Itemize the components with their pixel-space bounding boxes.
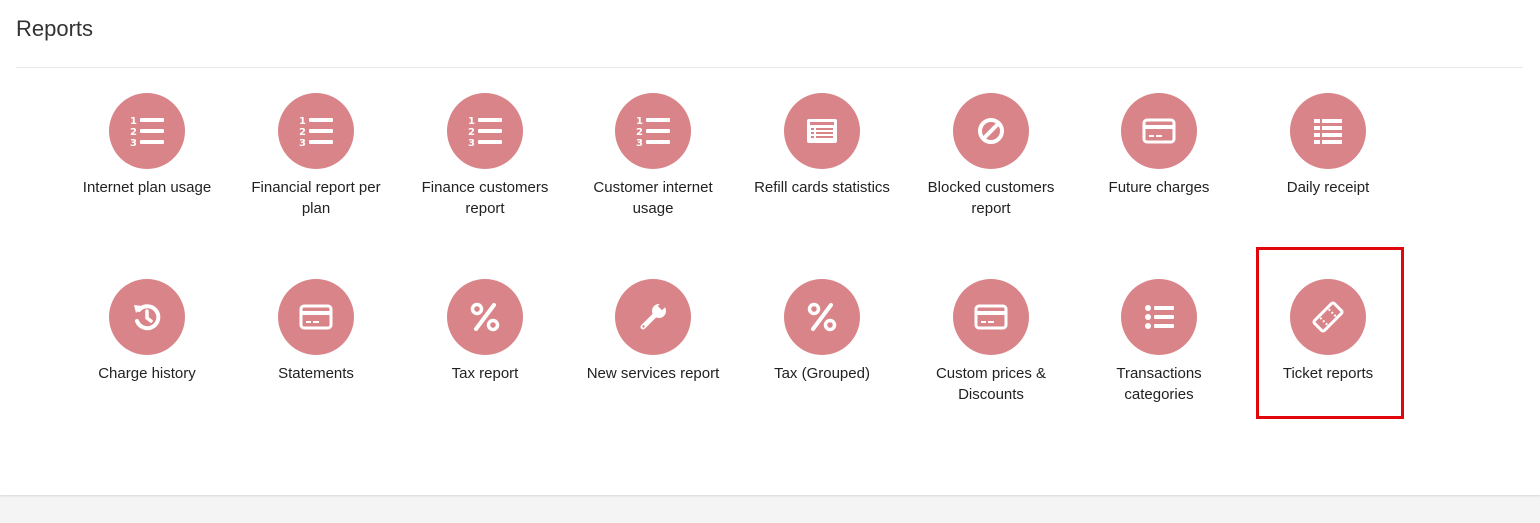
credit-card-icon	[1121, 93, 1197, 169]
report-tile-refill-cards-statistics[interactable]: Refill cards statistics	[747, 93, 897, 198]
numbered-list-icon: 1 2 3	[109, 93, 185, 169]
svg-text:2: 2	[636, 127, 643, 138]
report-tile-transactions-categories[interactable]: Transactions categories	[1084, 279, 1234, 405]
report-tile-tax-grouped[interactable]: Tax (Grouped)	[747, 279, 897, 384]
list-ul-icon	[1121, 279, 1197, 355]
report-tile-new-services-report[interactable]: New services report	[578, 279, 728, 384]
report-tile-tax-report[interactable]: Tax report	[410, 279, 560, 384]
history-icon	[109, 279, 185, 355]
report-tile-daily-receipt[interactable]: Daily receipt	[1253, 93, 1403, 198]
numbered-list-icon: 1 2 3	[615, 93, 691, 169]
report-label: Statements	[278, 365, 354, 382]
report-tile-ticket-reports[interactable]: Ticket reports	[1253, 279, 1403, 384]
report-label: Tax (Grouped)	[774, 365, 870, 382]
svg-text:3: 3	[636, 138, 643, 149]
svg-text:3: 3	[130, 138, 137, 149]
report-tile-customer-internet-usage[interactable]: 1 2 3 Customer internet usage	[578, 93, 728, 219]
report-tile-financial-report-per-plan[interactable]: 1 2 3 Financial report per plan	[241, 93, 391, 219]
ban-icon	[953, 93, 1029, 169]
report-label: Financial report per plan	[251, 179, 381, 217]
report-label: Internet plan usage	[82, 179, 212, 196]
report-tile-future-charges[interactable]: Future charges	[1084, 93, 1234, 198]
svg-text:1: 1	[130, 116, 137, 127]
page-title: Reports	[16, 16, 94, 41]
svg-text:2: 2	[468, 127, 475, 138]
numbered-list-icon: 1 2 3	[278, 93, 354, 169]
report-label: Daily receipt	[1286, 179, 1370, 196]
list-icon	[1290, 93, 1366, 169]
report-label: Future charges	[1108, 179, 1210, 196]
wrench-icon	[615, 279, 691, 355]
svg-text:1: 1	[636, 116, 643, 127]
report-label: Custom prices & Discounts	[935, 365, 1047, 403]
report-label: Refill cards statistics	[754, 179, 890, 196]
credit-card-icon	[953, 279, 1029, 355]
report-tile-blocked-customers-report[interactable]: Blocked customers report	[916, 93, 1066, 219]
svg-text:1: 1	[299, 116, 306, 127]
credit-card-icon	[278, 279, 354, 355]
numbered-list-icon: 1 2 3	[447, 93, 523, 169]
svg-text:1: 1	[468, 116, 475, 127]
ticket-icon	[1290, 279, 1366, 355]
report-label: Charge history	[98, 365, 196, 382]
report-tile-finance-customers-report[interactable]: 1 2 3 Finance customers report	[410, 93, 560, 219]
percent-icon	[447, 279, 523, 355]
report-tile-statements[interactable]: Statements	[241, 279, 391, 384]
report-label: Transactions categories	[1116, 365, 1202, 403]
svg-text:2: 2	[299, 127, 306, 138]
list-alt-icon	[784, 93, 860, 169]
report-label: Blocked customers report	[927, 179, 1055, 217]
reports-panel: Reports 1 2 3 Internet plan usage 1 2 3	[0, 0, 1540, 495]
svg-text:2: 2	[130, 127, 137, 138]
report-label: Ticket reports	[1282, 365, 1374, 382]
report-label: New services report	[586, 365, 720, 382]
percent-icon	[784, 279, 860, 355]
title-divider	[16, 67, 1523, 68]
report-label: Finance customers report	[421, 179, 549, 217]
svg-text:3: 3	[299, 138, 306, 149]
report-tile-charge-history[interactable]: Charge history	[72, 279, 222, 384]
report-label: Customer internet usage	[593, 179, 713, 217]
report-label: Tax report	[451, 365, 519, 382]
report-tile-custom-prices-discounts[interactable]: Custom prices & Discounts	[916, 279, 1066, 405]
report-tile-internet-plan-usage[interactable]: 1 2 3 Internet plan usage	[72, 93, 222, 198]
svg-text:3: 3	[468, 138, 475, 149]
